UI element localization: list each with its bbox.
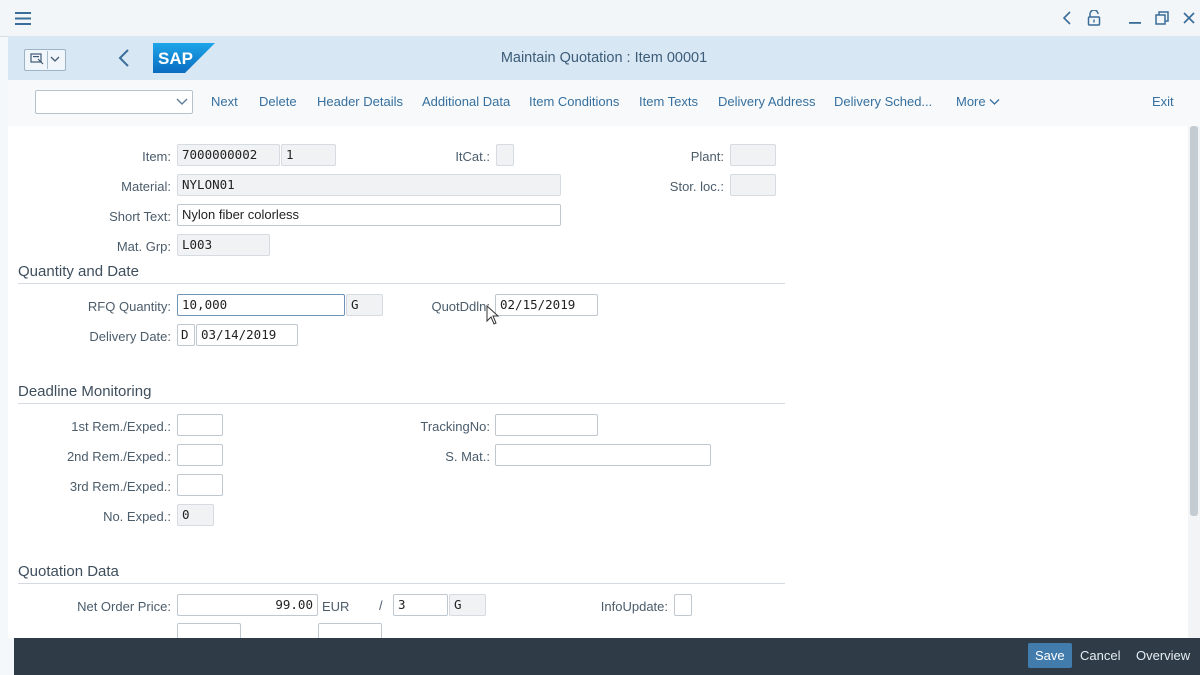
itcat-field[interactable] (496, 144, 514, 166)
exit-button[interactable]: Exit (1152, 94, 1174, 109)
price-unit-uom-field[interactable]: G (449, 594, 486, 616)
toolbar: Next Delete Header Details Additional Da… (8, 80, 1200, 127)
delivery-schedule-button[interactable]: Delivery Sched... (834, 94, 932, 109)
minimize-icon[interactable] (1124, 0, 1146, 36)
quantity-date-section-title: Quantity and Date (18, 263, 785, 284)
delivery-date-label: Delivery Date: (89, 329, 171, 344)
form-content: Item: 7000000002 1 ItCat.: Plant: Materi… (8, 126, 1188, 638)
storage-location-label: Stor. loc.: (669, 179, 724, 194)
third-reminder-label: 3rd Rem./Exped.: (69, 479, 171, 494)
storage-location-field[interactable] (730, 174, 776, 196)
tracking-number-label: TrackingNo: (420, 419, 490, 434)
rfq-quantity-label: RFQ Quantity: (87, 299, 171, 314)
next-button[interactable]: Next (211, 94, 238, 109)
page-title: Maintain Quotation : Item 00001 (500, 50, 708, 66)
rfq-quantity-input[interactable]: 10,000 (177, 294, 345, 316)
delete-button[interactable]: Delete (259, 94, 297, 109)
tracking-number-input[interactable] (495, 414, 598, 436)
mouse-cursor-icon (486, 305, 500, 325)
plant-field[interactable] (730, 144, 776, 166)
second-reminder-input[interactable] (177, 444, 223, 466)
item-number-field[interactable]: 7000000002 (177, 144, 280, 166)
chevron-down-icon (989, 94, 1000, 109)
short-text-field[interactable]: Nylon fiber colorless (177, 204, 561, 226)
command-field-select[interactable] (35, 90, 193, 114)
item-texts-button[interactable]: Item Texts (639, 94, 698, 109)
supplier-material-label: S. Mat.: (445, 449, 490, 464)
item-sub-field[interactable]: 1 (281, 144, 336, 166)
hamburger-icon[interactable] (8, 0, 38, 36)
save-button[interactable]: Save (1028, 643, 1072, 668)
cancel-button[interactable]: Cancel (1073, 643, 1127, 668)
more-label: More (956, 94, 986, 109)
delivery-date-type-field[interactable]: D (177, 324, 195, 346)
third-reminder-input[interactable] (177, 474, 223, 496)
info-update-checkbox[interactable] (674, 594, 692, 616)
chevron-down-icon (176, 92, 188, 113)
material-field[interactable]: NYLON01 (177, 174, 561, 196)
overview-button[interactable]: Overview (1129, 643, 1197, 668)
first-reminder-label: 1st Rem./Exped.: (71, 419, 171, 434)
window-top-bar (0, 0, 1200, 37)
currency-label: EUR (322, 599, 350, 614)
window: SAP Maintain Quotation : Item 00001 Next… (0, 0, 1200, 675)
item-label: Item: (142, 149, 171, 164)
net-order-price-input[interactable]: 99.00 (177, 594, 318, 616)
additional-data-button[interactable]: Additional Data (422, 94, 510, 109)
chevron-left-icon[interactable] (1056, 0, 1078, 36)
material-group-label: Mat. Grp: (116, 239, 171, 254)
material-group-field[interactable]: L003 (177, 234, 270, 256)
scrollbar-thumb[interactable] (1190, 126, 1198, 516)
quotation-data-section-title: Quotation Data (18, 563, 785, 584)
material-label: Material: (121, 179, 171, 194)
quotation-deadline-input[interactable]: 02/15/2019 (495, 294, 598, 316)
plant-label: Plant: (690, 149, 724, 164)
supplier-material-input[interactable] (495, 444, 711, 466)
footer-bar: Save Cancel Overview (14, 638, 1200, 675)
shell-bar: SAP Maintain Quotation : Item 00001 (8, 36, 1200, 80)
quotation-deadline-label: QuotDdln: (431, 299, 490, 314)
second-reminder-label: 2nd Rem./Exped.: (66, 449, 171, 464)
short-text-label: Short Text: (109, 209, 171, 224)
item-conditions-button[interactable]: Item Conditions (529, 94, 619, 109)
net-order-price-label: Net Order Price: (77, 599, 171, 614)
deadline-monitoring-section-title: Deadline Monitoring (18, 383, 785, 404)
rfq-unit-field[interactable]: G (346, 294, 383, 316)
number-expediters-label: No. Exped.: (103, 509, 171, 524)
partial-row-field-1[interactable] (177, 623, 241, 638)
restore-icon[interactable] (1151, 0, 1173, 36)
first-reminder-input[interactable] (177, 414, 223, 436)
partial-row-field-2[interactable] (318, 623, 382, 638)
vertical-scrollbar[interactable] (1188, 126, 1200, 638)
header-details-button[interactable]: Header Details (317, 94, 403, 109)
itcat-label: ItCat.: (455, 149, 490, 164)
number-expediters-field[interactable]: 0 (177, 504, 214, 526)
close-icon[interactable] (1178, 0, 1200, 36)
per-separator: / (379, 598, 383, 613)
info-update-label: InfoUpdate: (600, 599, 668, 614)
delivery-date-input[interactable]: 03/14/2019 (196, 324, 298, 346)
price-unit-input[interactable]: 3 (393, 594, 448, 616)
more-button[interactable]: More (956, 94, 1000, 109)
unlock-icon[interactable] (1083, 0, 1105, 36)
delivery-address-button[interactable]: Delivery Address (718, 94, 816, 109)
